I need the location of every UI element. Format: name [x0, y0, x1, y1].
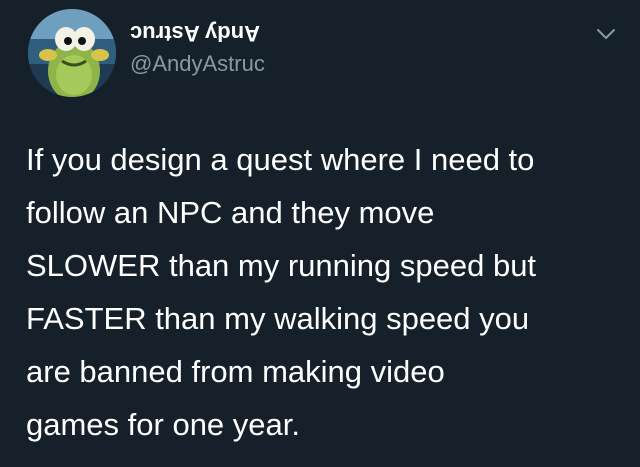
- cartoon-fish-avatar-icon: [28, 9, 116, 97]
- tweet-menu-button[interactable]: [594, 22, 618, 46]
- author-avatar[interactable]: [28, 9, 116, 97]
- tweet-text-line: If you design a quest where I need to: [26, 142, 535, 177]
- tweet-text-line: games for one year.: [26, 407, 300, 442]
- tweet-text: If you design a quest where I need to fo…: [26, 133, 626, 451]
- tweet-text-line: follow an NPC and they move: [26, 195, 435, 230]
- tweet-text-line: are banned from making video: [26, 354, 445, 389]
- tweet-card: Andy Astruc @AndyAstruc If you design a …: [0, 0, 640, 467]
- tweet-text-line: SLOWER than my running speed but: [26, 248, 537, 283]
- author-display-name[interactable]: Andy Astruc: [130, 21, 260, 46]
- tweet-text-line: FASTER than my walking speed you: [26, 301, 530, 336]
- author-handle[interactable]: @AndyAstruc: [130, 53, 265, 75]
- chevron-down-icon: [597, 29, 615, 39]
